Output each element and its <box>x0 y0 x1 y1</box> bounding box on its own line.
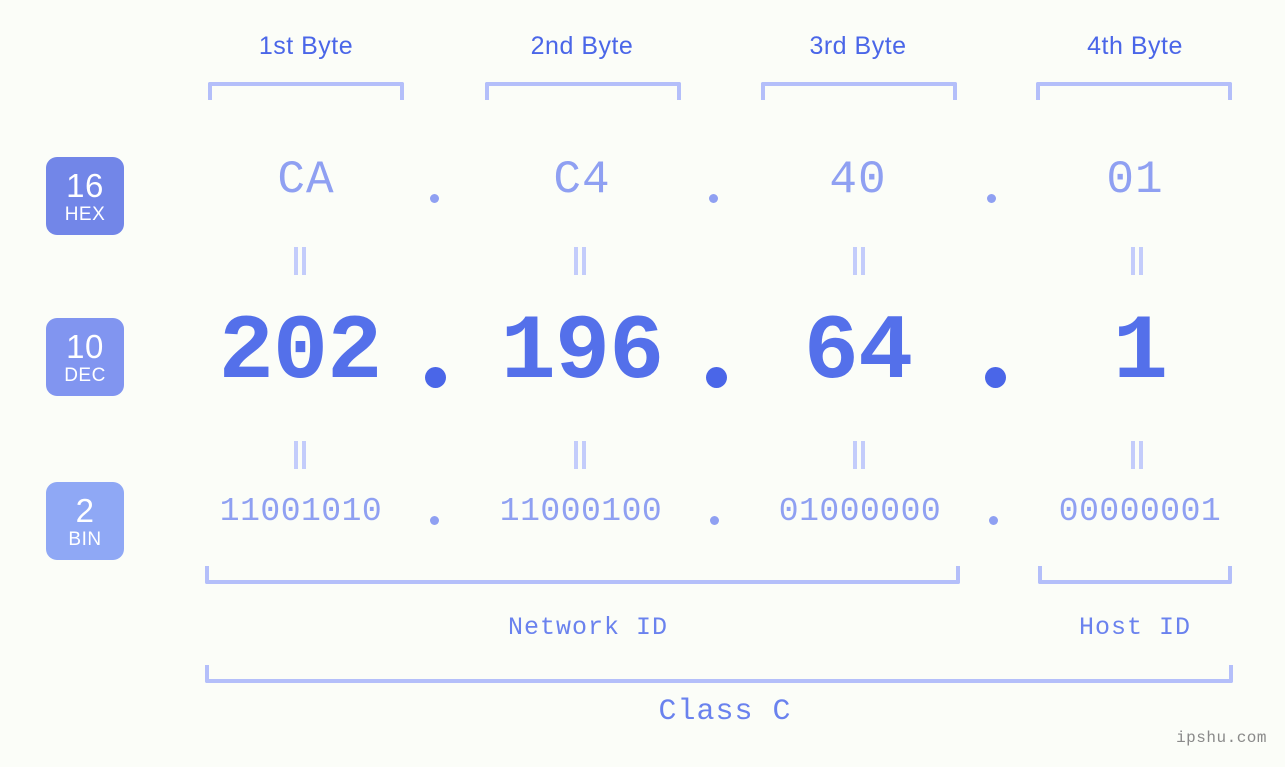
byte-bracket-top-2 <box>485 82 681 100</box>
bin-octet-4: 00000001 <box>1058 493 1222 530</box>
base-badge-bin-label: BIN <box>68 528 102 550</box>
base-badge-hex-number: 16 <box>66 166 104 204</box>
class-label: Class C <box>658 695 792 729</box>
dec-octet-2: 196 <box>500 300 665 405</box>
hex-separator-dot-3 <box>987 194 996 203</box>
equals-mark-dec-bin-2 <box>572 441 588 469</box>
hex-octet-2: C4 <box>553 154 611 206</box>
base-badge-hex: 16 HEX <box>46 157 124 235</box>
byte-header-1: 1st Byte <box>258 32 354 60</box>
bin-octet-3: 01000000 <box>778 493 942 530</box>
network-id-bracket <box>205 566 960 584</box>
dec-octet-3: 64 <box>803 300 913 405</box>
dec-separator-dot-2 <box>706 367 727 388</box>
byte-header-4: 4th Byte <box>1087 32 1183 60</box>
equals-mark-dec-bin-4 <box>1129 441 1145 469</box>
dec-separator-dot-1 <box>425 367 446 388</box>
equals-mark-hex-dec-2 <box>572 247 588 275</box>
base-badge-dec-number: 10 <box>66 327 104 365</box>
hex-separator-dot-2 <box>709 194 718 203</box>
bin-separator-dot-2 <box>710 516 719 525</box>
byte-bracket-top-4 <box>1036 82 1232 100</box>
dec-octet-4: 1 <box>1112 300 1168 405</box>
equals-mark-dec-bin-3 <box>851 441 867 469</box>
byte-bracket-top-1 <box>208 82 404 100</box>
byte-header-3: 3rd Byte <box>809 32 907 60</box>
base-badge-hex-label: HEX <box>64 203 106 225</box>
equals-mark-dec-bin-1 <box>292 441 308 469</box>
ip-breakdown-diagram: 1st Byte 2nd Byte 3rd Byte 4th Byte 16 H… <box>0 0 1285 767</box>
equals-mark-hex-dec-1 <box>292 247 308 275</box>
hex-octet-3: 40 <box>829 154 887 206</box>
hex-separator-dot-1 <box>430 194 439 203</box>
base-badge-dec-label: DEC <box>64 364 106 386</box>
hex-octet-1: CA <box>277 154 335 206</box>
bin-separator-dot-3 <box>989 516 998 525</box>
byte-header-2: 2nd Byte <box>530 32 634 60</box>
base-badge-bin-number: 2 <box>75 491 95 529</box>
base-badge-bin: 2 BIN <box>46 482 124 560</box>
dec-separator-dot-3 <box>985 367 1006 388</box>
equals-mark-hex-dec-4 <box>1129 247 1145 275</box>
network-id-label: Network ID <box>507 613 669 642</box>
dec-octet-1: 202 <box>218 300 383 405</box>
bin-octet-2: 11000100 <box>499 493 663 530</box>
class-bracket <box>205 665 1233 683</box>
byte-bracket-top-3 <box>761 82 957 100</box>
hex-octet-4: 01 <box>1106 154 1164 206</box>
host-id-bracket <box>1038 566 1232 584</box>
base-badge-dec: 10 DEC <box>46 318 124 396</box>
host-id-label: Host ID <box>1078 613 1192 642</box>
site-watermark: ipshu.com <box>1176 729 1267 747</box>
equals-mark-hex-dec-3 <box>851 247 867 275</box>
bin-octet-1: 11001010 <box>219 493 383 530</box>
bin-separator-dot-1 <box>430 516 439 525</box>
